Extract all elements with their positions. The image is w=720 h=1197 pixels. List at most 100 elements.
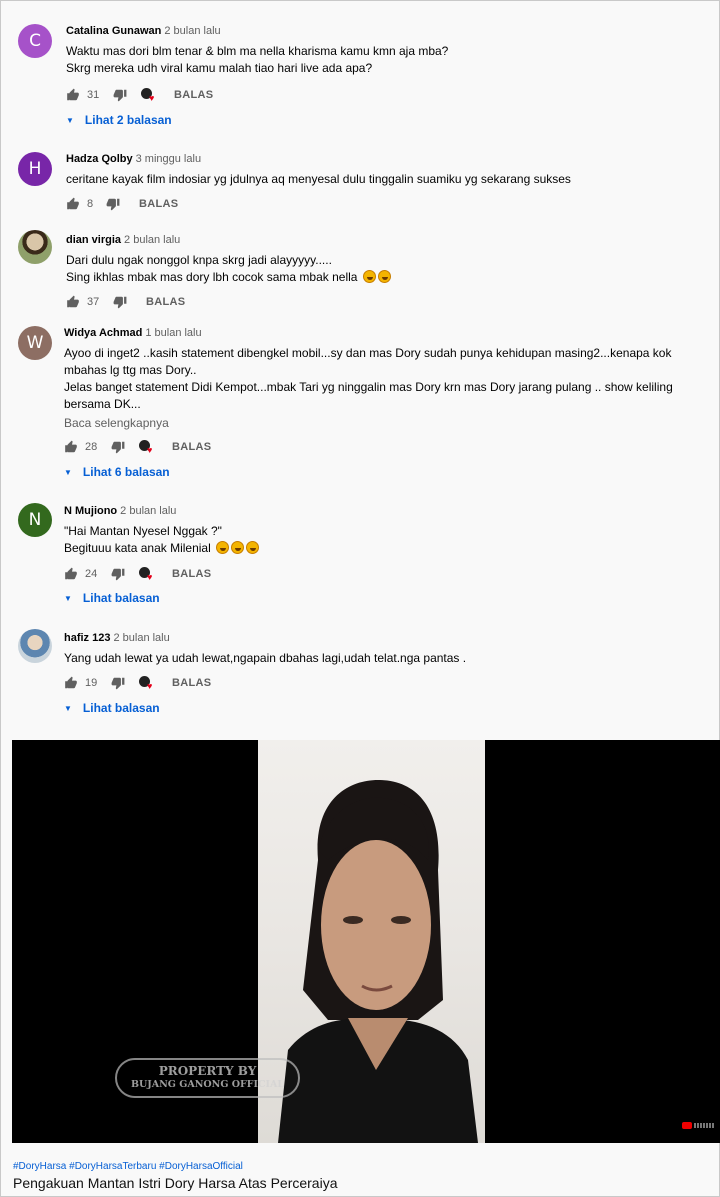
view-replies-button[interactable]: ▼ Lihat 6 balasan — [64, 465, 170, 479]
comment-header: hafiz 123 2 bulan lalu — [64, 631, 711, 645]
comment-author[interactable]: dian virgia — [66, 234, 121, 246]
reply-button[interactable]: BALAS — [146, 296, 185, 308]
avatar[interactable] — [18, 629, 52, 663]
comment-time[interactable]: 3 minggu lalu — [136, 153, 201, 165]
comment-line: Waktu mas dori blm tenar & blm ma nella … — [66, 44, 449, 58]
dislike-button[interactable] — [111, 567, 125, 581]
like-button[interactable] — [66, 88, 80, 102]
thumb-up-icon — [67, 197, 79, 210]
comment-line: Jelas banget statement Didi Kempot...mba… — [64, 380, 673, 394]
view-replies-button[interactable]: ▼ Lihat balasan — [64, 701, 160, 715]
thumb-up-icon — [65, 567, 77, 580]
comment-line: Begituuu kata anak Milenial — [64, 540, 711, 557]
comment-text: "Hai Mantan Nyesel Nggak ?" Begituuu kat… — [64, 523, 711, 557]
comment-author[interactable]: N Mujiono — [64, 505, 117, 517]
emoji-icon — [377, 270, 391, 283]
reply-button[interactable]: BALAS — [172, 441, 211, 453]
comment-line: mbahas lg ttg mas Dory.. — [64, 363, 197, 377]
avatar[interactable]: H — [18, 152, 52, 186]
like-button[interactable] — [66, 295, 80, 309]
dislike-button[interactable] — [111, 676, 125, 690]
like-count: 19 — [85, 677, 98, 689]
comment-time[interactable]: 2 bulan lalu — [164, 25, 220, 37]
comment-header: N Mujiono 2 bulan lalu — [64, 504, 711, 518]
thumb-down-icon — [113, 89, 127, 102]
like-count: 8 — [87, 198, 94, 210]
thumb-down-icon — [113, 296, 127, 309]
comment-text: Ayoo di inget2 ..kasih statement dibengk… — [64, 345, 711, 413]
creator-heart-icon: ♥ — [139, 676, 155, 691]
like-button[interactable] — [64, 676, 78, 690]
emoji-icon — [216, 541, 230, 554]
reply-button[interactable]: BALAS — [174, 89, 213, 101]
like-count: 31 — [87, 89, 100, 101]
thumb-up-icon — [67, 295, 79, 308]
creator-heart-icon: ♥ — [139, 567, 155, 582]
comment-author[interactable]: Catalina Gunawan — [66, 25, 161, 37]
comment-text: Waktu mas dori blm tenar & blm ma nella … — [66, 43, 711, 77]
comment-line: Yang udah lewat ya udah lewat,ngapain db… — [64, 651, 467, 665]
view-replies-label: Lihat 2 balasan — [84, 113, 172, 127]
video-title[interactable]: Pengakuan Mantan Istri Dory Harsa Atas P… — [13, 1175, 338, 1191]
dislike-button[interactable] — [113, 295, 127, 309]
avatar[interactable]: C — [18, 24, 52, 58]
view-replies-label: Lihat balasan — [82, 591, 160, 605]
watermark-line1: PROPERTY BY — [158, 1064, 257, 1078]
like-button[interactable] — [64, 567, 78, 581]
comment-actions: 24 ♥ BALAS — [64, 566, 211, 582]
comments-screenshot: C Catalina Gunawan 2 bulan lalu Waktu mas… — [0, 0, 720, 1197]
comment-body: dian virgia 2 bulan lalu Dari dulu ngak n… — [66, 233, 711, 286]
comment-body: Hadza Qolby 3 minggu lalu ceritane kayak … — [66, 152, 711, 188]
comment-line: "Hai Mantan Nyesel Nggak ?" — [64, 524, 222, 538]
thumb-down-icon — [111, 568, 125, 581]
reply-button[interactable]: BALAS — [139, 198, 178, 210]
comment-time[interactable]: 2 bulan lalu — [120, 505, 176, 517]
like-count: 28 — [85, 441, 98, 453]
avatar[interactable]: N — [18, 503, 52, 537]
thumb-up-icon — [67, 88, 79, 101]
comment-author[interactable]: hafiz 123 — [64, 632, 110, 644]
emoji-icon — [246, 541, 260, 554]
comment-actions: 8 BALAS — [66, 196, 178, 212]
reply-button[interactable]: BALAS — [172, 568, 211, 580]
like-button[interactable] — [66, 197, 80, 211]
chevron-down-icon: ▼ — [64, 593, 72, 603]
view-replies-button[interactable]: ▼ Lihat 2 balasan — [66, 113, 172, 127]
video-player[interactable]: PROPERTY BY BUJANG GANONG OFFICIAL — [12, 740, 720, 1143]
reply-button[interactable]: BALAS — [172, 677, 211, 689]
comment-header: Hadza Qolby 3 minggu lalu — [66, 152, 711, 166]
avatar[interactable] — [18, 230, 52, 264]
comment-time[interactable]: 1 bulan lalu — [145, 327, 201, 339]
youtube-logo-icon — [682, 1122, 714, 1129]
thumb-down-icon — [111, 677, 125, 690]
comment-text: Yang udah lewat ya udah lewat,ngapain db… — [64, 650, 711, 667]
like-button[interactable] — [64, 440, 78, 454]
thumb-up-icon — [65, 676, 77, 689]
comment-time[interactable]: 2 bulan lalu — [124, 234, 180, 246]
comment-author[interactable]: Widya Achmad — [64, 327, 142, 339]
comment-author[interactable]: Hadza Qolby — [66, 153, 133, 165]
view-replies-label: Lihat 6 balasan — [82, 465, 170, 479]
comment-actions: 28 ♥ BALAS — [64, 439, 211, 455]
comment-time[interactable]: 2 bulan lalu — [113, 632, 169, 644]
chevron-down-icon: ▼ — [64, 703, 72, 713]
view-replies-button[interactable]: ▼ Lihat balasan — [64, 591, 160, 605]
comment-actions: 37 BALAS — [66, 294, 185, 310]
comment-line: Sing ikhlas mbak mas dory lbh cocok sama… — [66, 269, 711, 286]
comment-actions: 31 ♥ BALAS — [66, 87, 213, 103]
watermark-line2: BUJANG GANONG OFFICIAL — [130, 1079, 285, 1090]
dislike-button[interactable] — [113, 88, 127, 102]
dislike-button[interactable] — [111, 440, 125, 454]
chevron-down-icon: ▼ — [64, 467, 72, 477]
thumb-down-icon — [106, 198, 120, 211]
comment-header: Catalina Gunawan 2 bulan lalu — [66, 24, 711, 38]
read-more-link[interactable]: Baca selengkapnya — [64, 416, 711, 430]
watermark-badge: PROPERTY BY BUJANG GANONG OFFICIAL — [115, 1058, 300, 1098]
comment-text: ceritane kayak film indosiar yg jdulnya … — [66, 171, 711, 188]
video-hashtags[interactable]: #DoryHarsa #DoryHarsaTerbaru #DoryHarsaO… — [13, 1161, 243, 1172]
dislike-button[interactable] — [106, 197, 120, 211]
thumb-up-icon — [65, 440, 77, 453]
emoji-icon — [362, 270, 376, 283]
avatar[interactable]: W — [18, 326, 52, 360]
comment-body: N Mujiono 2 bulan lalu "Hai Mantan Nyesel… — [64, 504, 711, 557]
